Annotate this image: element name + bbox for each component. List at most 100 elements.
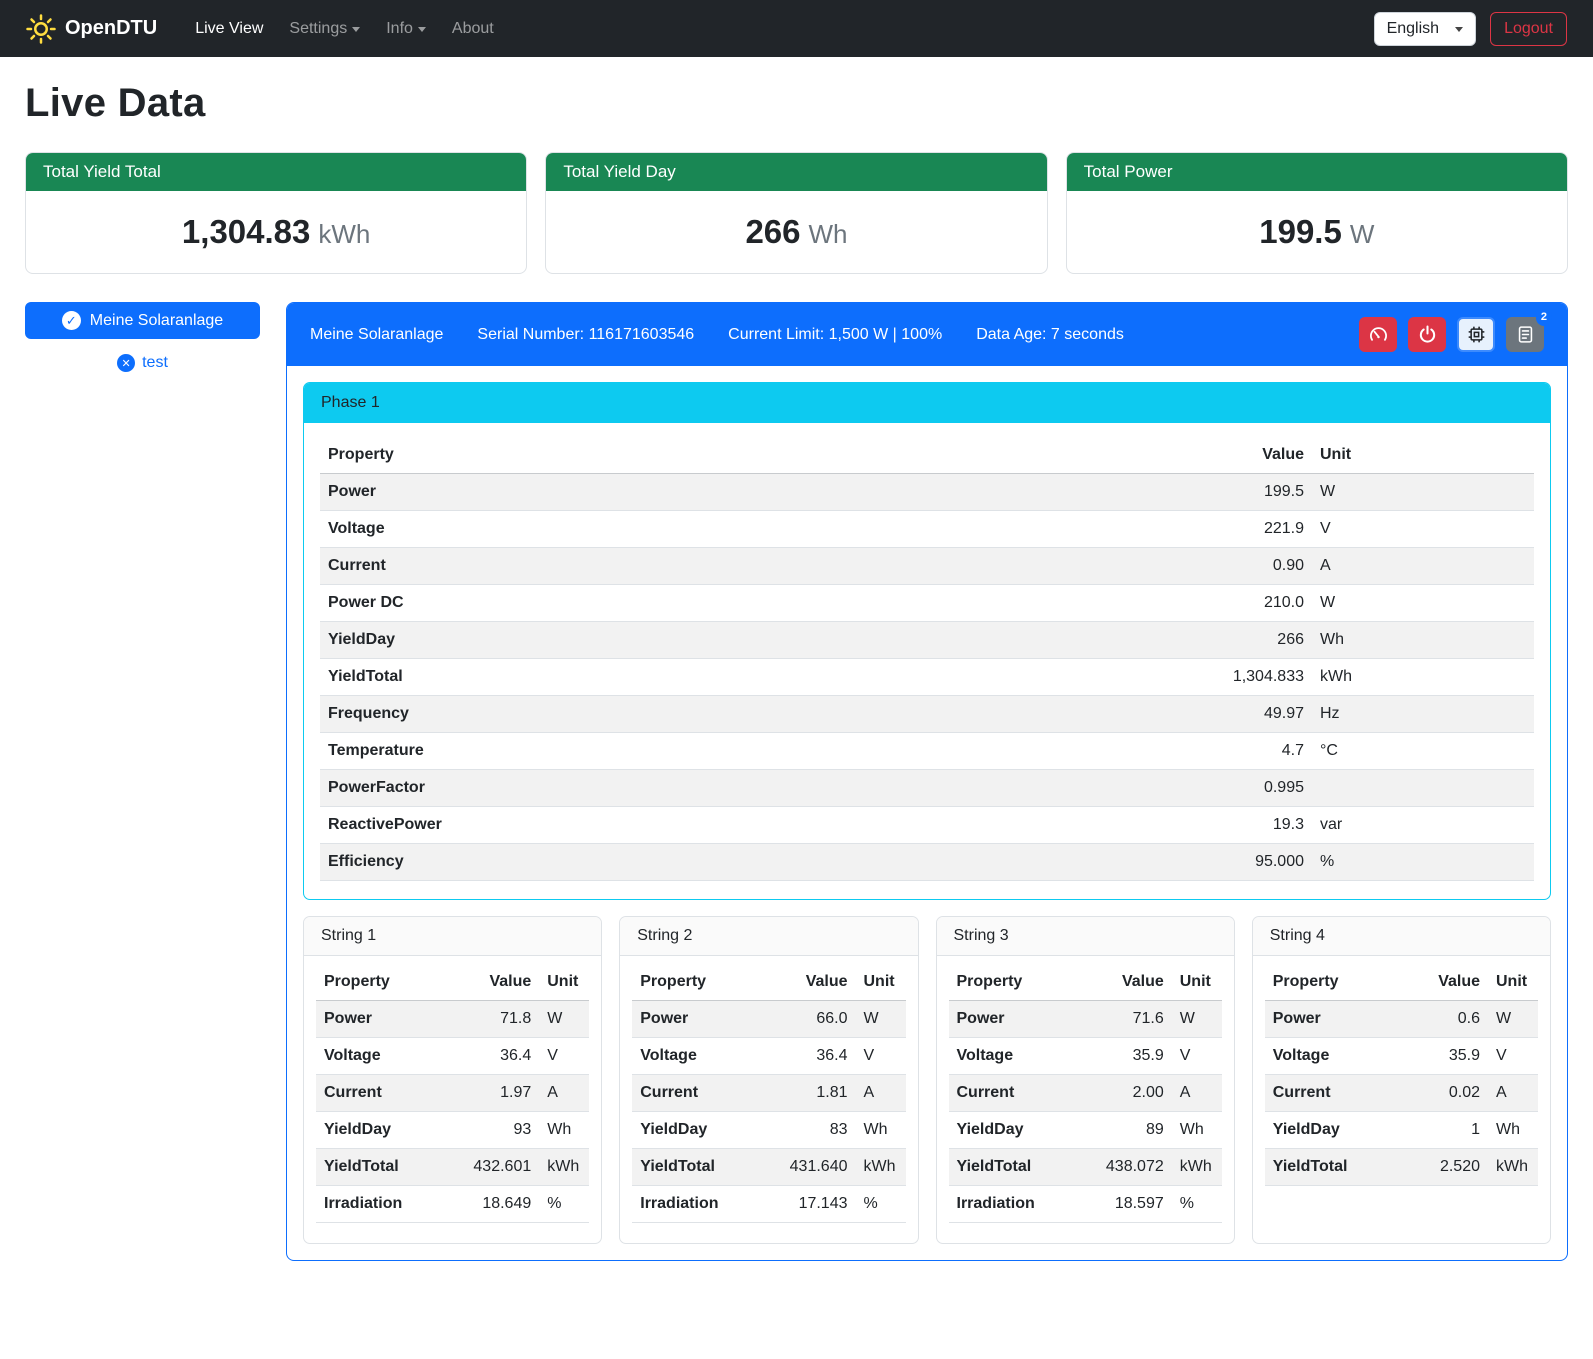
table-row: Voltage35.9V: [1265, 1038, 1538, 1075]
value-cell: 49.97: [1162, 696, 1312, 733]
limit-settings-button[interactable]: [1359, 317, 1397, 352]
property-cell: Power: [632, 1001, 771, 1038]
language-select[interactable]: English: [1374, 12, 1476, 46]
unit-header: Unit: [1172, 964, 1222, 1001]
inverter-item-test[interactable]: ✕ test: [25, 354, 260, 372]
event-log-button[interactable]: 2: [1506, 317, 1544, 352]
value-cell: 0.90: [1162, 548, 1312, 585]
device-info-button[interactable]: [1457, 317, 1495, 352]
property-cell: YieldTotal: [632, 1149, 771, 1186]
unit-cell: W: [856, 1001, 906, 1038]
value-header: Value: [1404, 964, 1488, 1001]
property-header: Property: [316, 964, 455, 1001]
value-cell: 2.520: [1404, 1149, 1488, 1186]
unit-cell: kWh: [1172, 1149, 1222, 1186]
unit-cell: %: [856, 1186, 906, 1223]
unit-cell: °C: [1312, 733, 1534, 770]
table-row: Current2.00A: [949, 1075, 1222, 1112]
value-cell: 95.000: [1162, 844, 1312, 881]
inverter-limit: Current Limit: 1,500 W | 100%: [728, 326, 942, 344]
property-cell: Voltage: [316, 1038, 455, 1075]
value-cell: 71.8: [455, 1001, 539, 1038]
table-row: Temperature4.7°C: [320, 733, 1534, 770]
unit-cell: kWh: [856, 1149, 906, 1186]
unit-cell: A: [1312, 548, 1534, 585]
inverter-sidebar: ✓ Meine Solaranlage ✕ test: [25, 302, 260, 372]
property-cell: Power: [949, 1001, 1088, 1038]
string-title: String 4: [1253, 917, 1550, 956]
unit-cell: W: [539, 1001, 589, 1038]
property-cell: Current: [320, 548, 1162, 585]
value-cell: 0.6: [1404, 1001, 1488, 1038]
phase-body: Property Value Unit Power199.5WVoltage22…: [304, 423, 1550, 899]
phase-table: Property Value Unit Power199.5WVoltage22…: [320, 437, 1534, 881]
table-header-row: Property Value Unit: [949, 964, 1222, 1001]
summary-cards: Total Yield Total 1,304.83kWh Total Yiel…: [25, 152, 1568, 274]
table-row: Current1.97A: [316, 1075, 589, 1112]
nav-item-live-view[interactable]: Live View: [185, 12, 273, 46]
unit-cell: A: [539, 1075, 589, 1112]
table-row: Irradiation17.143%: [632, 1186, 905, 1223]
phase-panel: Phase 1 Property Value Unit Power199.5WV…: [303, 382, 1551, 900]
table-row: PowerFactor0.995: [320, 770, 1534, 807]
nav-item-info[interactable]: Info: [376, 12, 436, 46]
table-header-row: Property Value Unit: [320, 437, 1534, 474]
card-unit: kWh: [318, 219, 370, 249]
nav-item-settings[interactable]: Settings: [279, 12, 370, 46]
unit-cell: A: [1172, 1075, 1222, 1112]
card-value: 1,304.83: [182, 213, 310, 250]
journal-icon: [1516, 325, 1535, 344]
table-row: Voltage36.4V: [632, 1038, 905, 1075]
unit-cell: Hz: [1312, 696, 1534, 733]
unit-cell: %: [1312, 844, 1534, 881]
property-cell: Current: [949, 1075, 1088, 1112]
property-cell: YieldDay: [632, 1112, 771, 1149]
property-cell: Voltage: [320, 511, 1162, 548]
unit-cell: A: [856, 1075, 906, 1112]
string-table: Property Value Unit Power71.8WVoltage36.…: [316, 964, 589, 1223]
table-row: Current1.81A: [632, 1075, 905, 1112]
value-cell: 19.3: [1162, 807, 1312, 844]
value-cell: 432.601: [455, 1149, 539, 1186]
value-cell: 17.143: [772, 1186, 856, 1223]
chevron-down-icon: [352, 27, 360, 32]
table-header-row: Property Value Unit: [316, 964, 589, 1001]
value-header: Value: [455, 964, 539, 1001]
table-header-row: Property Value Unit: [632, 964, 905, 1001]
logout-button[interactable]: Logout: [1490, 12, 1567, 46]
brand-label: OpenDTU: [65, 17, 157, 40]
unit-cell: Wh: [1488, 1112, 1538, 1149]
property-cell: YieldDay: [949, 1112, 1088, 1149]
property-cell: YieldTotal: [949, 1149, 1088, 1186]
table-row: YieldTotal438.072kWh: [949, 1149, 1222, 1186]
inverter-panel-header: Meine Solaranlage Serial Number: 1161716…: [287, 303, 1567, 366]
brand-link[interactable]: OpenDTU: [26, 14, 157, 44]
card-total-yield-total: Total Yield Total 1,304.83kWh: [25, 152, 527, 274]
unit-cell: kWh: [1312, 659, 1534, 696]
unit-header: Unit: [1488, 964, 1538, 1001]
table-row: YieldTotal1,304.833kWh: [320, 659, 1534, 696]
unit-cell: V: [1488, 1038, 1538, 1075]
value-cell: 199.5: [1162, 474, 1312, 511]
card-title: Total Yield Day: [546, 153, 1046, 191]
property-cell: Efficiency: [320, 844, 1162, 881]
inverter-select-label: Meine Solaranlage: [90, 312, 223, 330]
nav-item-about[interactable]: About: [442, 12, 504, 46]
property-cell: Current: [1265, 1075, 1404, 1112]
table-row: YieldDay89Wh: [949, 1112, 1222, 1149]
card-body: 1,304.83 kWh: [26, 191, 526, 273]
property-cell: YieldDay: [316, 1112, 455, 1149]
table-row: YieldDay93Wh: [316, 1112, 589, 1149]
inverter-select-button[interactable]: ✓ Meine Solaranlage: [25, 302, 260, 339]
unit-cell: [1312, 770, 1534, 807]
strings-row: String 1 Property Value Unit Power71.8WV…: [303, 916, 1551, 1244]
unit-header: Unit: [539, 964, 589, 1001]
property-header: Property: [1265, 964, 1404, 1001]
unit-cell: Wh: [1172, 1112, 1222, 1149]
unit-cell: V: [1172, 1038, 1222, 1075]
property-cell: YieldDay: [320, 622, 1162, 659]
unit-cell: %: [539, 1186, 589, 1223]
table-row: Power71.8W: [316, 1001, 589, 1038]
inverter-action-buttons: 2: [1359, 317, 1544, 352]
power-toggle-button[interactable]: [1408, 317, 1446, 352]
